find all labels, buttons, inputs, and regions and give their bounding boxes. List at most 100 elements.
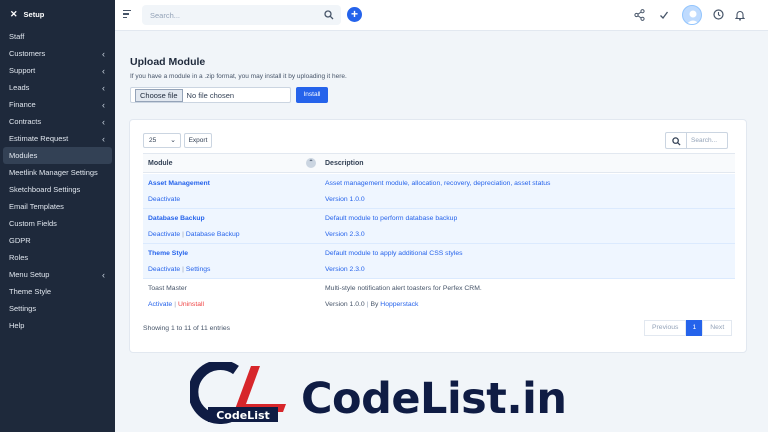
module-version: Version 2.3.0 (325, 266, 365, 273)
upload-module-description: If you have a module in a .zip format, y… (130, 73, 347, 80)
sidebar-item-roles[interactable]: Roles (0, 249, 115, 266)
sidebar-item-label: Estimate Request (9, 134, 69, 143)
sidebar-item-finance[interactable]: Finance ‹ (0, 96, 115, 113)
module-name: Theme Style (148, 250, 189, 257)
sidebar-item-label: Customers (9, 49, 46, 58)
codelist-logo: CodeList (190, 362, 286, 424)
action-separator: | (174, 301, 176, 308)
module-actions: Deactivate (148, 196, 180, 203)
chevron-left-icon: ‹ (102, 116, 105, 127)
chevron-left-icon: ‹ (102, 269, 105, 280)
chevron-left-icon: ‹ (102, 82, 105, 93)
sidebar-item-custom-fields[interactable]: Custom Fields (0, 215, 115, 232)
sidebar-item-leads[interactable]: Leads ‹ (0, 79, 115, 96)
sidebar-item-label: Roles (9, 253, 29, 262)
table-search-icon-box (665, 132, 687, 149)
sidebar-item-customers[interactable]: Customers ‹ (0, 45, 115, 62)
pagination-next[interactable]: Next (702, 320, 733, 336)
settings-link[interactable]: Settings (186, 266, 211, 273)
module-version: Version 1.0.0 (325, 301, 365, 308)
hamburger-menu-icon[interactable] (123, 10, 131, 19)
chevron-left-icon: ‹ (102, 65, 105, 76)
sidebar-item-menu-setup[interactable]: Menu Setup ‹ (0, 266, 115, 283)
sidebar-item-label: Contracts (9, 117, 42, 126)
sidebar-item-label: Theme Style (9, 287, 52, 296)
logo-caption: CodeList (216, 409, 270, 422)
sidebar-item-label: Finance (9, 100, 36, 109)
bell-icon[interactable] (735, 9, 745, 21)
table-row: Asset Management Deactivate Asset manage… (143, 174, 735, 209)
sidebar-item-help[interactable]: Help (0, 317, 115, 334)
sidebar-item-email-templates[interactable]: Email Templates (0, 198, 115, 215)
module-file-input[interactable]: Choose file No file chosen (130, 87, 291, 103)
sidebar-item-estimate-request[interactable]: Estimate Request ‹ (0, 130, 115, 147)
author-link[interactable]: Hopperstack (380, 301, 418, 308)
check-icon[interactable] (659, 10, 669, 20)
uninstall-link[interactable]: Uninstall (178, 301, 204, 308)
sidebar-item-modules[interactable]: Modules (3, 147, 112, 164)
module-description: Asset management module, allocation, rec… (325, 180, 551, 187)
sidebar-item-label: Email Templates (9, 202, 64, 211)
deactivate-link[interactable]: Deactivate (148, 196, 180, 203)
sidebar-item-label: Meetlink Manager Settings (9, 168, 98, 177)
table-search-input[interactable]: Search... (686, 132, 728, 149)
sidebar-item-label: Modules (9, 151, 38, 160)
module-name: Asset Management (148, 180, 210, 187)
global-search (142, 5, 341, 25)
table-row: Toast Master Activate | Uninstall Multi-st… (143, 279, 735, 314)
chevron-down-icon: ⌄ (170, 137, 176, 144)
sidebar-item-label: Sketchboard Settings (9, 185, 81, 194)
version-separator: | (366, 301, 369, 308)
export-button[interactable]: Export (184, 133, 212, 148)
module-version: Version 1.0.0 (325, 196, 365, 203)
pagination: Previous 1 Next (644, 320, 733, 336)
sidebar-item-gdpr[interactable]: GDPR (0, 232, 115, 249)
module-name: Database Backup (148, 215, 205, 222)
activate-link[interactable]: Activate (148, 301, 172, 308)
page-length-select[interactable]: 25 ⌄ (143, 133, 181, 148)
sidebar-item-sketchboard-settings[interactable]: Sketchboard Settings (0, 181, 115, 198)
sidebar-item-staff[interactable]: Staff (0, 28, 115, 45)
module-actions: Activate | Uninstall (148, 301, 204, 308)
search-icon[interactable] (324, 10, 334, 20)
choose-file-button[interactable]: Choose file (135, 88, 183, 102)
sidebar-item-label: Help (9, 321, 25, 330)
table-row: Theme Style Deactivate | Settings Default … (143, 244, 735, 279)
sidebar-item-label: Custom Fields (9, 219, 57, 228)
sort-icon[interactable]: ⌃ (306, 158, 316, 168)
module-description: Default module to apply additional CSS s… (325, 250, 463, 257)
table-row: Database Backup Deactivate | Database Back… (143, 209, 735, 244)
sidebar-item-label: Leads (9, 83, 30, 92)
modules-panel: 25 ⌄ Export Search... Module ⌃ Descripti… (129, 119, 747, 353)
file-status-text: No file chosen (186, 90, 235, 100)
deactivate-link[interactable]: Deactivate (148, 231, 180, 238)
sidebar-item-label: Support (9, 66, 36, 75)
sidebar-item-settings[interactable]: Settings (0, 300, 115, 317)
watermark-text: CodeList.in (301, 374, 567, 424)
sidebar-item-contracts[interactable]: Contracts ‹ (0, 113, 115, 130)
column-header-module[interactable]: Module (148, 160, 173, 167)
search-icon (672, 137, 681, 146)
close-icon[interactable]: ✕ (10, 9, 18, 20)
module-actions: Deactivate | Settings (148, 266, 210, 273)
sidebar-item-label: GDPR (9, 236, 31, 245)
sidebar-item-meetlink-manager-settings[interactable]: Meetlink Manager Settings (0, 164, 115, 181)
sidebar-item-theme-style[interactable]: Theme Style (0, 283, 115, 300)
table-info: Showing 1 to 11 of 11 entries (143, 325, 231, 332)
chevron-left-icon: ‹ (102, 48, 105, 59)
global-search-input[interactable] (142, 5, 312, 25)
pagination-page-1[interactable]: 1 (686, 320, 703, 336)
share-icon[interactable] (634, 9, 645, 21)
pagination-previous[interactable]: Previous (644, 320, 687, 336)
database-backup-link[interactable]: Database Backup (186, 231, 240, 238)
install-button[interactable]: Install (296, 87, 328, 103)
column-header-description[interactable]: Description (325, 160, 364, 167)
page-length-value: 25 (149, 137, 157, 144)
module-description: Default module to perform database backu… (325, 215, 458, 222)
deactivate-link[interactable]: Deactivate (148, 266, 180, 273)
sidebar-item-support[interactable]: Support ‹ (0, 62, 115, 79)
chevron-left-icon: ‹ (102, 99, 105, 110)
clock-icon[interactable] (713, 9, 724, 20)
quick-create-button[interactable]: + (347, 7, 362, 22)
avatar[interactable] (682, 5, 702, 25)
